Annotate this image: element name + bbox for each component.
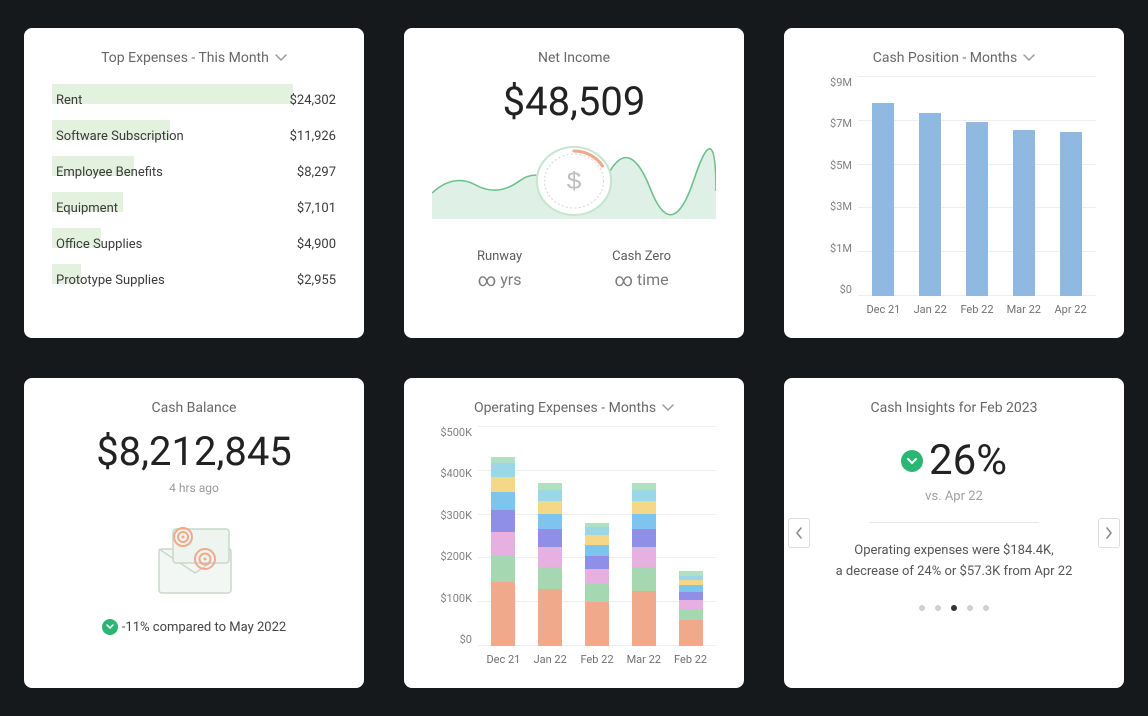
pagination-dots[interactable] (812, 605, 1096, 611)
expense-name: Prototype Supplies (52, 273, 165, 288)
top-expenses-title-row[interactable]: Top Expenses - This Month (52, 50, 336, 66)
chart-bar[interactable] (1060, 132, 1082, 296)
next-button[interactable] (1098, 518, 1120, 548)
pagination-dot[interactable] (951, 605, 957, 611)
envelope-icon (139, 511, 249, 605)
chart-bar[interactable] (538, 426, 562, 646)
net-income-title: Net Income (432, 50, 716, 66)
infinity-icon: ∞ (615, 272, 634, 290)
infinity-icon: ∞ (478, 272, 497, 290)
prev-button[interactable] (788, 518, 810, 548)
cash-position-x-axis: Dec 21Jan 22Feb 22Mar 22Apr 22 (866, 303, 1088, 316)
expense-name: Rent (52, 93, 82, 108)
net-income-substats: Runway ∞ yrs Cash Zero ∞ time (432, 249, 716, 289)
runway-value: ∞ yrs (477, 270, 522, 289)
chevron-down-icon (1023, 50, 1035, 66)
cash-position-chart: $9M$7M$5M$3M$1M$0 Dec 21Jan 22Feb 22Mar … (812, 76, 1096, 316)
chart-bar[interactable] (679, 426, 703, 646)
expense-row: Software Subscription $11,926 (52, 118, 336, 154)
cash-position-title-row[interactable]: Cash Position - Months (812, 50, 1096, 66)
net-income-value: $48,509 (432, 78, 716, 125)
cash-zero-block: Cash Zero ∞ time (612, 249, 671, 289)
chart-bar[interactable] (872, 103, 894, 296)
trend-down-icon (102, 619, 118, 635)
insights-headline: 26% (929, 436, 1007, 485)
expense-row: Rent $24,302 (52, 82, 336, 118)
expense-row: Prototype Supplies $2,955 (52, 262, 336, 298)
cash-position-title: Cash Position - Months (873, 50, 1017, 66)
expense-row: Office Supplies $4,900 (52, 226, 336, 262)
expense-row: Employee Benefits $8,297 (52, 154, 336, 190)
expense-value: $24,302 (290, 93, 336, 108)
card-operating-expenses: Operating Expenses - Months $500K$400K$3… (404, 378, 744, 688)
net-income-chart: $ (432, 143, 716, 223)
expense-value: $7,101 (297, 201, 336, 216)
chevron-down-icon (275, 50, 287, 66)
expense-value: $4,900 (297, 237, 336, 252)
chart-bar[interactable] (491, 426, 515, 646)
chart-bar[interactable] (632, 426, 656, 646)
pagination-dot[interactable] (935, 605, 941, 611)
opex-title-row[interactable]: Operating Expenses - Months (432, 400, 716, 416)
chart-bar[interactable] (1013, 130, 1035, 296)
cash-position-y-axis: $9M$7M$5M$3M$1M$0 (812, 76, 852, 316)
trend-down-icon (901, 450, 923, 472)
expense-name: Office Supplies (52, 237, 142, 252)
expense-name: Equipment (52, 201, 118, 216)
cash-balance-compare: -11% compared to May 2022 (122, 620, 286, 635)
opex-y-axis: $500K$400K$300K$200K$100K$0 (432, 426, 472, 666)
card-cash-balance: Cash Balance $8,212,845 4 hrs ago (24, 378, 364, 688)
expense-name: Employee Benefits (52, 165, 163, 180)
expenses-list: Rent $24,302 Software Subscription $11,926 E… (52, 82, 336, 298)
cash-balance-compare-row: -11% compared to May 2022 (52, 619, 336, 635)
expense-value: $2,955 (297, 273, 336, 288)
runway-label: Runway (477, 249, 522, 264)
opex-chart: $500K$400K$300K$200K$100K$0 Dec 21Jan 22… (432, 426, 716, 666)
pagination-dot[interactable] (967, 605, 973, 611)
expense-row: Equipment $7,101 (52, 190, 336, 226)
pagination-dot[interactable] (983, 605, 989, 611)
top-expenses-title: Top Expenses - This Month (101, 50, 269, 66)
chart-bar[interactable] (585, 426, 609, 646)
chart-bar[interactable] (966, 122, 988, 296)
svg-text:$: $ (567, 168, 582, 195)
insights-headline-row: 26% (812, 436, 1096, 485)
insights-description: Operating expenses were $184.4K, a decre… (812, 541, 1096, 583)
expense-value: $11,926 (290, 129, 336, 144)
card-cash-position: Cash Position - Months $9M$7M$5M$3M$1M$0… (784, 28, 1124, 338)
cash-balance-updated: 4 hrs ago (52, 481, 336, 495)
insights-title: Cash Insights for Feb 2023 (812, 400, 1096, 416)
opex-x-axis: Dec 21Jan 22Feb 22Mar 22Feb 22 (486, 653, 708, 666)
runway-block: Runway ∞ yrs (477, 249, 522, 289)
cash-zero-label: Cash Zero (612, 249, 671, 264)
opex-title: Operating Expenses - Months (474, 400, 656, 416)
expense-value: $8,297 (297, 165, 336, 180)
chevron-down-icon (662, 400, 674, 416)
expense-name: Software Subscription (52, 129, 184, 144)
card-insights: Cash Insights for Feb 2023 26% vs. Apr 2… (784, 378, 1124, 688)
cash-zero-value: ∞ time (612, 270, 671, 289)
insights-vs: vs. Apr 22 (812, 489, 1096, 504)
chart-bar[interactable] (919, 113, 941, 296)
card-net-income: Net Income $48,509 $ Runway ∞ yrs Cash Z… (404, 28, 744, 338)
card-top-expenses: Top Expenses - This Month Rent $24,302 Sof… (24, 28, 364, 338)
cash-balance-title: Cash Balance (52, 400, 336, 416)
cash-balance-value: $8,212,845 (52, 428, 336, 475)
divider (869, 522, 1039, 523)
pagination-dot[interactable] (919, 605, 925, 611)
